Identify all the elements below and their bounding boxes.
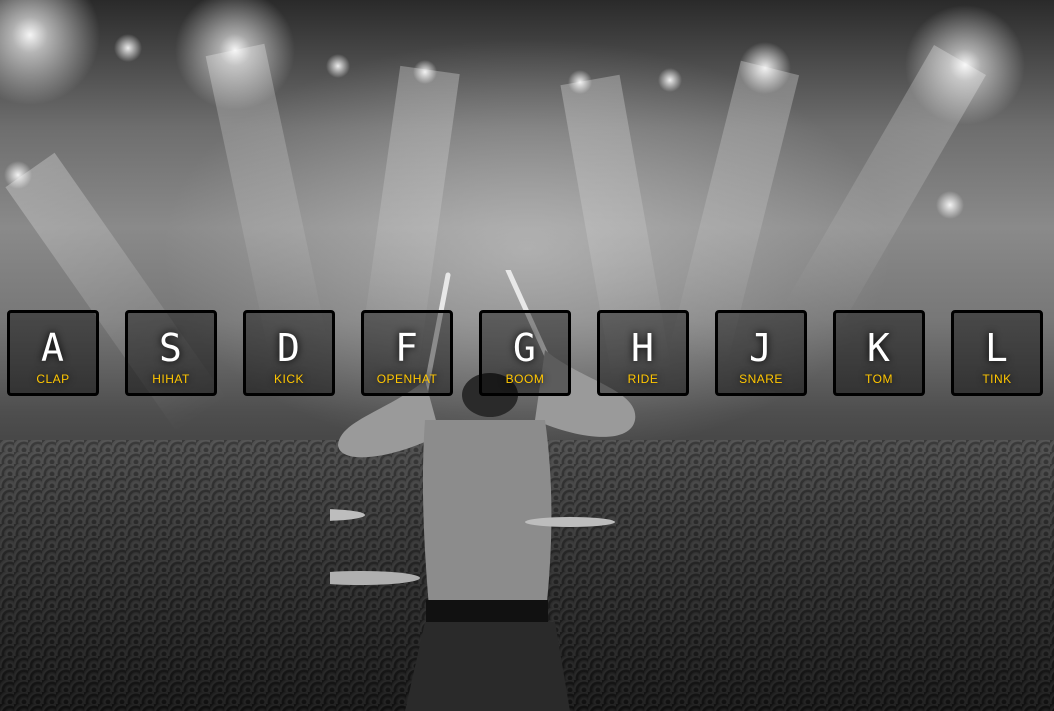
- key-sound-label: TINK: [982, 372, 1012, 386]
- key-letter: D: [277, 326, 301, 370]
- key-l[interactable]: L TINK: [951, 310, 1043, 396]
- light-beam: [784, 45, 986, 335]
- key-j[interactable]: J SNARE: [715, 310, 807, 396]
- key-a[interactable]: A CLAP: [7, 310, 99, 396]
- key-s[interactable]: S HIHAT: [125, 310, 217, 396]
- key-f[interactable]: F OPENHAT: [361, 310, 453, 396]
- key-sound-label: CLAP: [36, 372, 70, 386]
- key-letter: A: [41, 326, 65, 370]
- light-beam: [205, 43, 327, 350]
- crowd: [0, 440, 1054, 711]
- key-sound-label: HIHAT: [152, 372, 190, 386]
- key-letter: F: [395, 326, 419, 370]
- key-letter: G: [513, 326, 537, 370]
- key-sound-label: OPENHAT: [376, 372, 438, 386]
- key-letter: J: [749, 326, 773, 370]
- background-photo: A CLAP S HIHAT D KICK F OPENHAT G BOOM H…: [0, 0, 1054, 711]
- key-sound-label: BOOM: [505, 372, 545, 386]
- key-d[interactable]: D KICK: [243, 310, 335, 396]
- key-sound-label: TOM: [865, 372, 893, 386]
- key-g[interactable]: G BOOM: [479, 310, 571, 396]
- key-sound-label: RIDE: [627, 372, 659, 386]
- key-letter: H: [631, 326, 655, 370]
- key-letter: L: [985, 326, 1009, 370]
- key-sound-label: SNARE: [739, 372, 783, 386]
- drum-keys: A CLAP S HIHAT D KICK F OPENHAT G BOOM H…: [0, 310, 1054, 400]
- key-h[interactable]: H RIDE: [597, 310, 689, 396]
- key-letter: S: [159, 326, 183, 370]
- key-k[interactable]: K TOM: [833, 310, 925, 396]
- key-letter: K: [867, 326, 891, 370]
- key-sound-label: KICK: [273, 372, 304, 386]
